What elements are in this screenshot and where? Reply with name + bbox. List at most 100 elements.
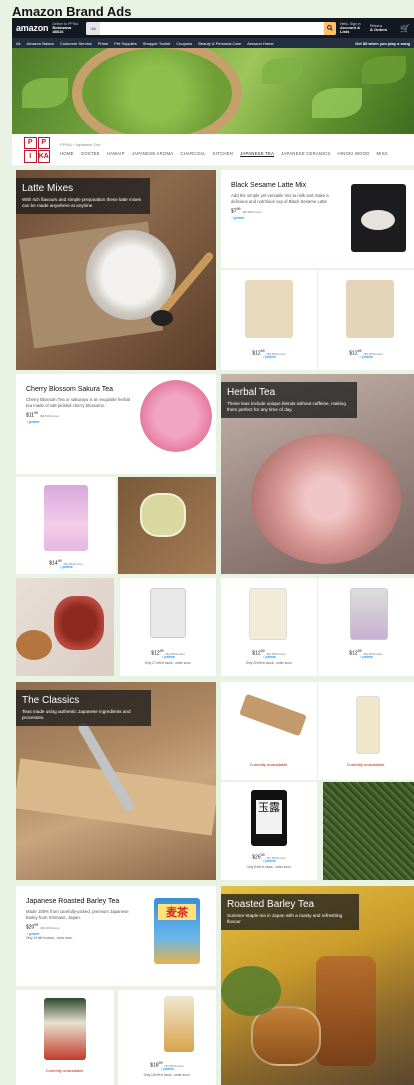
prime-badge: ✓prime — [161, 655, 175, 659]
amazon-logo[interactable]: amazon — [16, 23, 49, 33]
nav-item-prime[interactable]: Prime — [98, 41, 108, 46]
stock-note: Only 10 left in stock - order soon. — [26, 935, 73, 940]
returns-orders[interactable]: Returns & Orders — [370, 24, 396, 32]
nav-item-home[interactable]: Amazon Home — [247, 41, 273, 46]
nav-item-all[interactable]: All — [16, 41, 20, 46]
orders-line2: & Orders — [370, 27, 388, 32]
brand-store-nav: P P I KA PPIKA › Japanese Tea HOME GOSTE… — [12, 134, 414, 166]
nav-item-shopper-toolkit[interactable]: Shopper Toolkit — [143, 41, 171, 46]
product-classic-1[interactable]: Currently unavailable. — [221, 682, 317, 780]
section-desc: Teas made using authentic Japanese ingre… — [22, 709, 131, 720]
product-image[interactable] — [356, 696, 380, 754]
prime-badge: ✓prime — [231, 215, 245, 220]
stock-note: Only 8 left in stock - order soon. — [246, 865, 292, 869]
product-gyokuro[interactable]: 玉露 $2699($7.50/Ounce) ✓prime Only 8 left… — [221, 782, 317, 880]
product-image[interactable] — [351, 184, 406, 252]
product-image[interactable]: 玉露 — [251, 790, 287, 846]
deliver-to[interactable]: Deliver to PPIKA Botswana 48616 — [52, 22, 82, 34]
iced-tea-glass — [316, 956, 376, 1066]
product-price: $2099($1.60/Ounce) — [26, 923, 60, 931]
tab-japanese-aroma[interactable]: JAPANESE AROMA — [132, 151, 174, 157]
tab-hawaip[interactable]: HAWAIP — [107, 151, 125, 157]
tab-home[interactable]: HOME — [60, 151, 74, 157]
product-image[interactable]: 麦茶 — [154, 898, 200, 964]
leaf-decor — [262, 58, 302, 84]
cart-icon[interactable]: 🛒 — [400, 24, 410, 33]
plant-image — [221, 966, 281, 1016]
search-bar: All — [86, 21, 336, 35]
product-desc: Cherry Blossom Tea or sakurayu is an exq… — [26, 397, 130, 408]
product-herbal-bag-1[interactable]: $1299($3.25/Ounce) ✓prime Only 17 left i… — [120, 578, 216, 676]
product-image[interactable] — [44, 998, 86, 1060]
tab-misc[interactable]: MISC — [377, 151, 389, 157]
latte-mixes-tile[interactable]: Latte Mixes With rich flavours and simpl… — [16, 170, 216, 370]
tea-leaves-image — [323, 782, 414, 880]
prime-badge: ✓prime — [359, 655, 373, 659]
product-title[interactable]: Japanese Roasted Barley Tea — [26, 898, 141, 905]
leaf-decor — [362, 56, 406, 84]
logo-letter: P — [24, 136, 37, 149]
roasted-barley-tile[interactable]: Roasted Barley Tea Summer-staple tea in … — [221, 886, 414, 1085]
breadcrumb[interactable]: PPIKA › Japanese Tea — [60, 142, 414, 147]
product-image[interactable] — [249, 588, 287, 640]
account-line2: Account & Lists — [340, 25, 360, 34]
product-title[interactable]: Black Sesame Latte Mix — [231, 182, 341, 189]
tab-charcoal[interactable]: CHARCOAL — [180, 151, 205, 157]
section-title: The Classics — [22, 695, 80, 706]
product-image[interactable] — [350, 588, 388, 640]
stock-note: Only 18 left in stock - order soon. — [143, 1073, 191, 1077]
nav-item-basics[interactable]: Amazon Basics — [26, 41, 54, 46]
leaf-decor — [22, 78, 68, 108]
account-lists[interactable]: Hello, Sign in Account & Lists — [340, 22, 366, 34]
prime-badge: ✓prime — [26, 419, 40, 424]
nav-item-coupons[interactable]: Coupons — [176, 41, 192, 46]
product-herbal-can[interactable]: $1499($5.00/Ounce) ✓prime — [16, 477, 116, 574]
nav-item-customer-service[interactable]: Customer Service — [60, 41, 92, 46]
tab-kitchen[interactable]: KITCHEN — [213, 151, 233, 157]
product-classic-2[interactable]: Currently unavailable. — [318, 682, 414, 780]
ppika-logo[interactable]: P P I KA — [24, 136, 50, 163]
classics-tile[interactable]: The Classics Teas made using authentic J… — [16, 682, 216, 880]
product-image[interactable] — [245, 280, 293, 338]
tab-japanese-ceramics[interactable]: JAPANESE CERAMICS — [281, 151, 330, 157]
tea-cup-image — [251, 1006, 321, 1066]
nav-item-pet-supplies[interactable]: Pet Supplies — [114, 41, 136, 46]
section-title: Roasted Barley Tea — [227, 899, 315, 910]
product-black-sesame[interactable]: Black Sesame Latte Mix Add the simple ye… — [221, 170, 414, 268]
product-herbal-bag-3[interactable]: $1299($3.25/Ounce) ✓prime — [318, 578, 414, 676]
product-image[interactable] — [140, 380, 212, 452]
product-barley-box-2[interactable]: $1899($1.50/Ounce) ✓prime Only 18 left i… — [118, 990, 216, 1085]
product-image[interactable] — [150, 588, 186, 638]
nav-item-beauty[interactable]: Beauty & Personal Care — [198, 41, 241, 46]
product-image[interactable] — [164, 996, 194, 1052]
herbal-tea-tile[interactable]: Herbal Tea These teas include unique ble… — [221, 374, 414, 574]
nav-promo[interactable]: Get $5 when you play a song — [355, 41, 410, 46]
product-image[interactable] — [346, 280, 394, 338]
unavailable-note: Currently unavailable. — [45, 1068, 85, 1073]
amazon-header: amazon Deliver to PPIKA Botswana 48616 A… — [12, 18, 414, 38]
search-button[interactable] — [324, 21, 336, 35]
product-sakura-tea[interactable]: Cherry Blossom Sakura Tea Cherry Blossom… — [16, 374, 216, 474]
product-price: $1199($9.60/Ounce) — [26, 411, 60, 419]
product-image[interactable] — [239, 693, 307, 737]
product-latte-pouch-2[interactable]: $1299($3.25/Ounce) ✓prime — [318, 270, 414, 370]
classics-caption: The Classics Teas made using authentic J… — [16, 690, 151, 726]
product-price: $799($0.99/Ounce) — [231, 207, 262, 215]
product-title[interactable]: Cherry Blossom Sakura Tea — [26, 386, 131, 393]
product-barley-box-1[interactable]: Currently unavailable. — [16, 990, 114, 1085]
product-herbal-bag-2[interactable]: $1299($3.25/Ounce) ✓prime Only 20 left i… — [221, 578, 317, 676]
brand-tabs: HOME GOSTEE HAWAIP JAPANESE AROMA CHARCO… — [60, 151, 414, 157]
section-title: Herbal Tea — [227, 387, 276, 398]
section-desc: Summer-staple tea in Japan with a roasty… — [227, 913, 343, 924]
search-dept-select[interactable]: All — [86, 21, 101, 35]
basket-image — [72, 48, 242, 134]
section-desc: With rich flavours and simple preparatio… — [22, 197, 141, 208]
tab-hinoki-wood[interactable]: HINOKI WOOD — [337, 151, 369, 157]
product-latte-pouch-1[interactable]: $1299($3.25/Ounce) ✓prime — [221, 270, 317, 370]
tab-japanese-tea[interactable]: JAPANESE TEA — [240, 151, 275, 157]
product-roasted-barley[interactable]: Japanese Roasted Barley Tea Made 100% fr… — [16, 886, 216, 986]
search-input[interactable] — [100, 21, 324, 35]
product-image[interactable] — [44, 485, 88, 551]
tab-gostee[interactable]: GOSTEE — [81, 151, 100, 157]
product-desc: Made 100% from carefully-picked, premium… — [26, 909, 129, 920]
